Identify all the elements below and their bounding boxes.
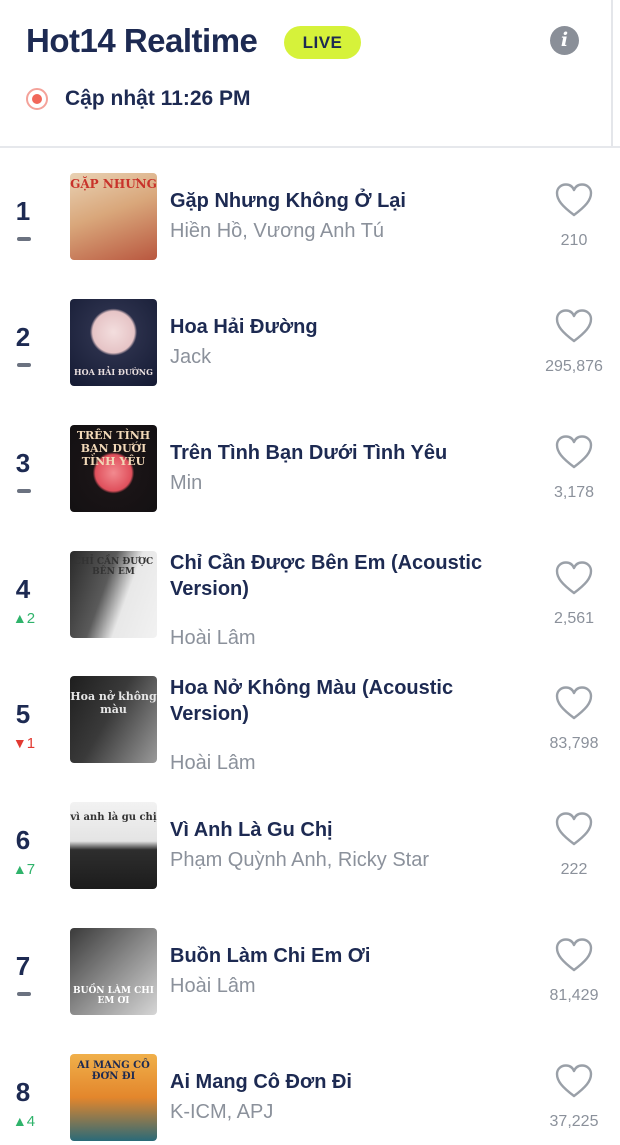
song-row[interactable]: 7 BUỒN LÀM CHI EM ƠI Buồn Làm Chi Em Ơi Hoà… (0, 903, 620, 1028)
rank-number: 5 (15, 699, 31, 729)
heart-icon[interactable] (554, 182, 594, 218)
info-icon[interactable]: i (550, 26, 579, 55)
rank-number: 7 (15, 951, 31, 981)
song-row[interactable]: 2 HOA HẢI ĐƯỜNG Hoa Hải Đường Jack 295,876 (0, 274, 620, 399)
like-count: 83,798 (549, 735, 599, 752)
like-count: 37,225 (549, 1113, 599, 1130)
song-row[interactable]: 4 ▲2 CHỈ CẦN ĐƯỢC BÊN EM Chỉ Cần Được Bên E… (0, 526, 620, 651)
rank-up-icon: ▲ (12, 1113, 27, 1129)
song-title[interactable]: Trên Tình Bạn Dưới Tình Yêu (170, 440, 500, 466)
heart-icon[interactable] (554, 560, 594, 596)
song-title[interactable]: Gặp Nhưng Không Ở Lại (170, 188, 500, 214)
rank-number: 1 (15, 196, 31, 226)
album-cover[interactable]: TRÊN TÌNH BẠN DƯỚI TÌNH YÊU (70, 425, 157, 512)
album-cover-title: TRÊN TÌNH BẠN DƯỚI TÌNH YÊU (76, 429, 151, 468)
album-cover[interactable]: AI MANG CÔ ĐƠN ĐI (70, 1054, 157, 1141)
rank-change (4, 987, 44, 1003)
song-title[interactable]: Buồn Làm Chi Em Ơi (170, 943, 500, 969)
song-artist[interactable]: Hoài Lâm (170, 752, 500, 775)
album-cover-title: vì anh là gu chị (70, 812, 157, 823)
rank-change-value: 4 (26, 1113, 36, 1130)
like-count: 2,561 (553, 610, 595, 627)
like-count: 3,178 (553, 484, 595, 501)
heart-icon[interactable] (554, 434, 594, 470)
rank-change (4, 484, 44, 500)
song-artist[interactable]: Min (170, 472, 500, 495)
rank-down-icon: ▼ (12, 735, 27, 751)
album-cover[interactable]: GẶP NHƯNG (70, 173, 157, 260)
rank-number: 6 (15, 825, 31, 855)
song-title[interactable]: Hoa Nở Không Màu (Acoustic Version) (170, 675, 500, 727)
header-divider-right (611, 0, 613, 148)
song-artist[interactable]: Hoài Lâm (170, 975, 500, 998)
heart-icon[interactable] (554, 937, 594, 973)
song-artist[interactable]: Phạm Quỳnh Anh, Ricky Star (170, 849, 500, 872)
heart-icon[interactable] (554, 811, 594, 847)
album-cover-title: BUỒN LÀM CHI EM ƠI (73, 986, 154, 1006)
no-change-icon (17, 363, 31, 368)
no-change-icon (17, 992, 31, 997)
rank-change (4, 232, 44, 248)
rank-number: 2 (15, 322, 31, 352)
like-count: 210 (560, 232, 588, 249)
rank-change (4, 358, 44, 374)
song-artist[interactable]: Hiền Hồ, Vương Anh Tú (170, 220, 500, 243)
update-time: Cập nhật 11:26 PM (65, 87, 251, 110)
rank-change-value: 2 (26, 610, 36, 627)
rank-change-value: 1 (26, 735, 36, 752)
rank-up-icon: ▲ (12, 861, 27, 877)
heart-icon[interactable] (554, 308, 594, 344)
album-cover-title: HOA HẢI ĐƯỜNG (74, 367, 153, 377)
song-title[interactable]: Hoa Hải Đường (170, 314, 500, 340)
rank-number: 4 (15, 574, 31, 604)
song-title[interactable]: Ai Mang Cô Đơn Đi (170, 1069, 500, 1095)
album-cover-title: AI MANG CÔ ĐƠN ĐI (77, 1060, 150, 1082)
song-row[interactable]: 6 ▲7 vì anh là gu chị Vì Anh Là Gu Chị Phạm … (0, 777, 620, 902)
album-cover-title: Hoa nở không màu (70, 690, 157, 716)
rank-change: ▲2 (4, 610, 44, 627)
song-artist[interactable]: K-ICM, APJ (170, 1101, 500, 1124)
rank-up-icon: ▲ (12, 610, 27, 626)
song-row[interactable]: 3 TRÊN TÌNH BẠN DƯỚI TÌNH YÊU Trên Tình Bạ… (0, 400, 620, 525)
song-artist[interactable]: Jack (170, 346, 500, 369)
album-cover[interactable]: BUỒN LÀM CHI EM ƠI (70, 928, 157, 1015)
rank-change: ▲7 (4, 861, 44, 878)
song-row[interactable]: 1 GẶP NHƯNG Gặp Nhưng Không Ở Lại Hiền Hồ, … (0, 148, 620, 273)
rank-number: 3 (15, 448, 31, 478)
album-cover-title: CHỈ CẦN ĐƯỢC BÊN EM (73, 557, 154, 577)
song-artist[interactable]: Hoài Lâm (170, 627, 500, 650)
song-row[interactable]: 8 ▲4 AI MANG CÔ ĐƠN ĐI Ai Mang Cô Đơn Đi K-I… (0, 1029, 620, 1145)
live-badge: LIVE (284, 26, 361, 59)
no-change-icon (17, 489, 31, 494)
live-indicator-icon (26, 88, 48, 110)
rank-number: 8 (15, 1077, 31, 1107)
song-title[interactable]: Vì Anh Là Gu Chị (170, 817, 500, 843)
song-title[interactable]: Chỉ Cần Được Bên Em (Acoustic Version) (170, 550, 500, 602)
heart-icon[interactable] (554, 685, 594, 721)
song-row[interactable]: 5 ▼1 Hoa nở không màu Hoa Nở Không Màu (Aco… (0, 651, 620, 776)
heart-icon[interactable] (554, 1063, 594, 1099)
album-cover[interactable]: CHỈ CẦN ĐƯỢC BÊN EM (70, 551, 157, 638)
no-change-icon (17, 237, 31, 242)
album-cover[interactable]: Hoa nở không màu (70, 676, 157, 763)
page-title: Hot14 Realtime (26, 22, 258, 59)
rank-change-value: 7 (26, 861, 36, 878)
like-count: 222 (560, 861, 588, 878)
like-count: 295,876 (545, 358, 603, 375)
rank-change: ▼1 (4, 735, 44, 752)
chart-header: Hot14 Realtime LIVE i Cập nhật 11:26 PM (0, 0, 620, 148)
album-cover[interactable]: HOA HẢI ĐƯỜNG (70, 299, 157, 386)
rank-change: ▲4 (4, 1113, 44, 1130)
album-cover[interactable]: vì anh là gu chị (70, 802, 157, 889)
like-count: 81,429 (549, 987, 599, 1004)
album-cover-title: GẶP NHƯNG (70, 177, 157, 191)
